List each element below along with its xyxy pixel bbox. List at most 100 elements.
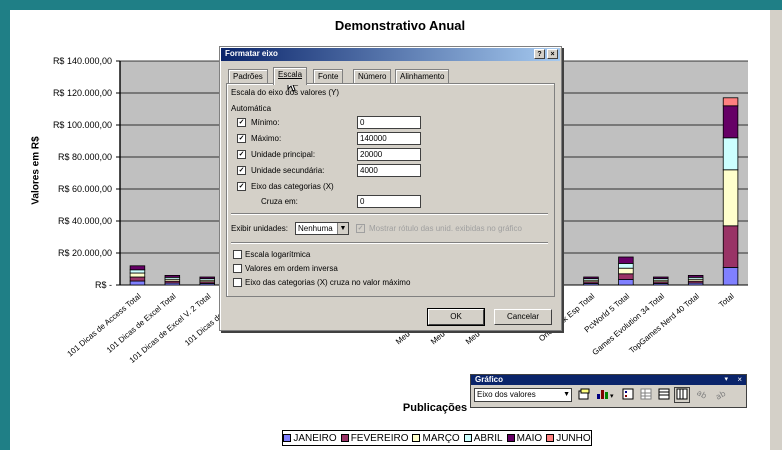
- y-tick-label: R$ 40.000,00: [58, 216, 112, 226]
- chart-type-icon[interactable]: ▾: [595, 388, 617, 402]
- tab-label: Padrões: [233, 72, 263, 81]
- toolbar-options-icon[interactable]: ▾: [724, 375, 728, 385]
- minimum-input[interactable]: 0: [357, 116, 421, 129]
- toolbar-close-icon[interactable]: ×: [737, 375, 742, 385]
- legend-item[interactable]: ABRIL: [463, 432, 503, 444]
- chart-objects-value: Eixo dos valores: [477, 390, 536, 399]
- by-row-icon[interactable]: [657, 388, 671, 402]
- cross-at-max-label: Eixo das categorias (X) cruza no valor m…: [245, 278, 411, 287]
- legend-item[interactable]: JUNHO: [546, 432, 591, 444]
- y-tick-label: R$ 140.000,00: [53, 56, 112, 66]
- angle-text-down-icon[interactable]: ab: [695, 388, 709, 402]
- svg-text:▾: ▾: [610, 392, 614, 400]
- bar-segment: [687, 274, 704, 278]
- tab-label: Número: [358, 72, 387, 81]
- chevron-down-icon[interactable]: ▼: [337, 223, 348, 234]
- minor-unit-auto-checkbox[interactable]: ✓: [237, 166, 246, 175]
- bar-segment: [722, 97, 739, 107]
- chart-toolbar: Gráfico ▾ × Eixo dos valores ▼ ▾ ab ab: [470, 374, 747, 408]
- by-column-icon[interactable]: [674, 387, 690, 403]
- crosses-at-label: Cruza em:: [261, 197, 298, 206]
- maximum-input[interactable]: 140000: [357, 132, 421, 145]
- reverse-order-checkbox[interactable]: [233, 264, 242, 273]
- tab-numero[interactable]: Número: [353, 69, 392, 84]
- major-unit-auto-checkbox[interactable]: ✓: [237, 150, 246, 159]
- category-axis-auto-checkbox[interactable]: ✓: [237, 182, 246, 191]
- minor-unit-label: Unidade secundária:: [251, 166, 325, 175]
- log-scale-checkbox[interactable]: [233, 250, 242, 259]
- major-unit-label: Unidade principal:: [251, 150, 316, 159]
- tab-escala[interactable]: Escala: [273, 67, 308, 85]
- tab-label: Escala: [278, 70, 303, 79]
- show-units-label: Mostrar rótulo das unid. exibidas no grá…: [369, 224, 522, 233]
- section-divider: [231, 242, 548, 244]
- dialog-titlebar[interactable]: Formatar eixo ? ×: [221, 48, 560, 61]
- cross-at-max-checkbox[interactable]: [233, 278, 242, 287]
- ok-button[interactable]: OK: [427, 308, 485, 326]
- bar-segment: [722, 266, 739, 286]
- legend-swatch: [340, 434, 349, 442]
- y-tick-label: R$ 20.000,00: [58, 248, 112, 258]
- minor-unit-input[interactable]: 4000: [357, 164, 421, 177]
- bar-segment: [722, 225, 739, 268]
- crosses-at-input[interactable]: 0: [357, 195, 421, 208]
- reverse-order-label: Valores em ordem inversa: [245, 264, 338, 273]
- bar-segment: [618, 267, 634, 275]
- legend-icon[interactable]: [621, 388, 635, 402]
- bar-segment: [722, 169, 739, 227]
- chart-objects-select[interactable]: Eixo dos valores ▼: [474, 388, 572, 402]
- bar-segment: [722, 105, 739, 139]
- chart-legend[interactable]: JANEIRO FEVEREIRO MARÇO ABRIL MAIO JUNHO: [282, 430, 592, 446]
- tab-label: Alinhamento: [400, 72, 445, 81]
- y-tick-label: R$ 100.000,00: [53, 120, 112, 130]
- bar-segment: [164, 274, 181, 278]
- help-button[interactable]: ?: [534, 49, 545, 59]
- tab-padroes[interactable]: Padrões: [228, 69, 268, 84]
- x-tick-label: Total: [717, 291, 736, 309]
- major-unit-input[interactable]: 20000: [357, 148, 421, 161]
- legend-item[interactable]: JANEIRO: [283, 432, 337, 444]
- close-button[interactable]: ×: [547, 49, 558, 59]
- display-units-label: Exibir unidades:: [231, 224, 288, 233]
- minimum-label: Mínimo:: [251, 118, 280, 127]
- display-units-value: Nenhuma: [298, 224, 333, 233]
- chevron-down-icon[interactable]: ▼: [563, 389, 570, 401]
- bar-segment: [618, 262, 634, 269]
- tab-label: Fonte: [318, 72, 339, 81]
- toolbar-titlebar[interactable]: Gráfico ▾ ×: [471, 375, 746, 385]
- bar-segment: [618, 256, 634, 264]
- toolbar-title: Gráfico: [475, 375, 504, 384]
- display-units-select[interactable]: Nenhuma ▼: [295, 222, 349, 235]
- legend-item[interactable]: FEVEREIRO: [340, 433, 408, 444]
- legend-label: JUNHO: [556, 432, 591, 444]
- y-tick-label: R$ 60.000,00: [58, 184, 112, 194]
- y-axis-title[interactable]: Valores em R$: [31, 121, 42, 221]
- tab-fonte[interactable]: Fonte: [313, 69, 344, 84]
- legend-item[interactable]: MARÇO: [412, 433, 460, 444]
- legend-label: JANEIRO: [293, 432, 337, 444]
- tab-alinhamento[interactable]: Alinhamento: [395, 69, 450, 84]
- cancel-button[interactable]: Cancelar: [494, 309, 552, 325]
- x-tick-label: TopGames Nerd 40 Total: [627, 291, 701, 355]
- format-selection-icon[interactable]: [577, 388, 591, 402]
- angle-text-up-icon[interactable]: ab: [713, 388, 727, 402]
- y-tick-label: R$ 80.000,00: [58, 152, 112, 162]
- svg-text:ab: ab: [696, 388, 708, 400]
- section-divider: [231, 213, 548, 215]
- legend-swatch: [412, 434, 421, 442]
- bar-segment: [722, 137, 739, 171]
- maximum-auto-checkbox[interactable]: ✓: [237, 134, 246, 143]
- data-table-icon[interactable]: [639, 388, 653, 402]
- legend-label: MAIO: [516, 432, 543, 444]
- bar-segment: [129, 269, 146, 274]
- minimum-auto-checkbox[interactable]: ✓: [237, 118, 246, 127]
- legend-swatch: [463, 434, 472, 442]
- show-units-checkbox[interactable]: ✓: [356, 224, 365, 233]
- legend-label: ABRIL: [473, 432, 503, 444]
- legend-item[interactable]: MAIO: [506, 432, 543, 444]
- format-axis-dialog: Formatar eixo ? × Padrões Escala Fonte N…: [219, 46, 562, 331]
- bar-segment: [129, 276, 146, 282]
- scale-heading: Escala do eixo dos valores (Y): [231, 88, 340, 97]
- bar-segment: [129, 265, 146, 271]
- bar-segment: [129, 280, 146, 286]
